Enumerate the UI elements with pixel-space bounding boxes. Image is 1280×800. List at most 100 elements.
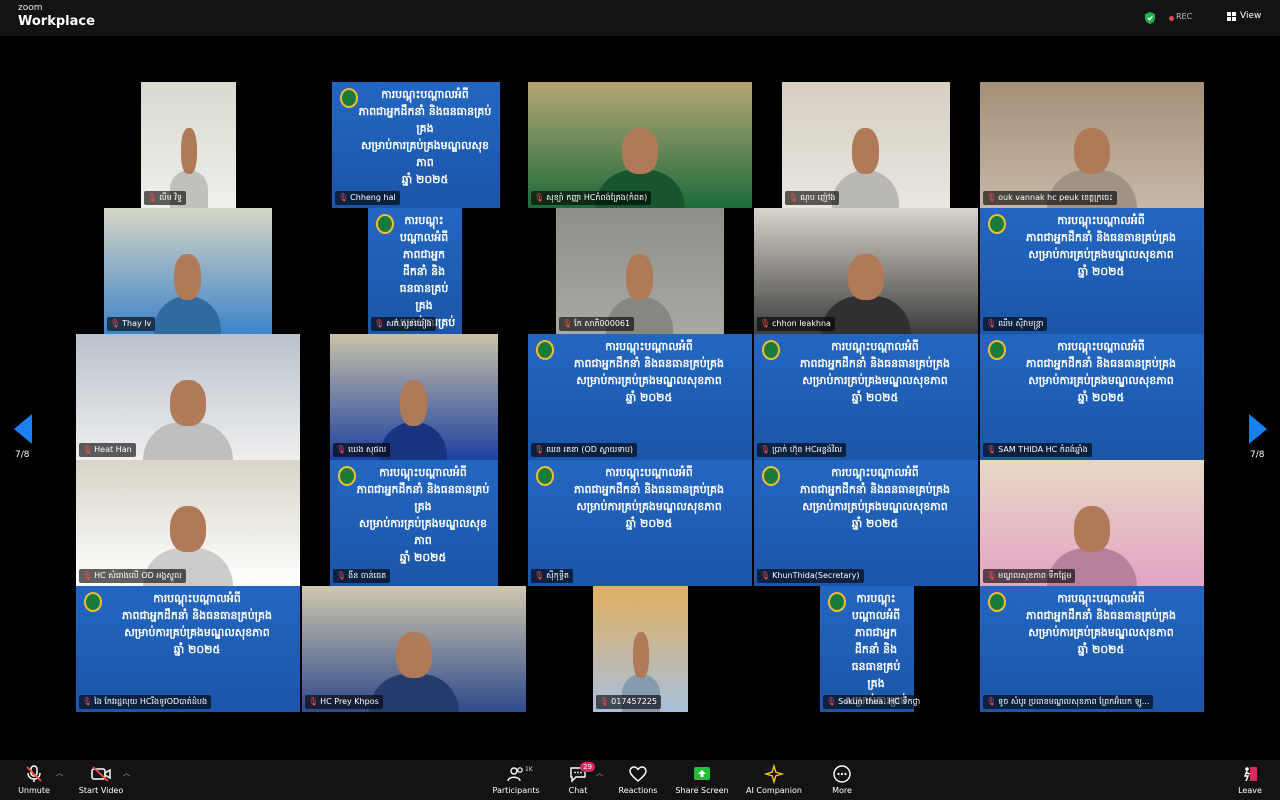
shared-slide-video: ការបណ្ដុះបណ្ដាលអំពី ភាពជាអ្នកដឹកនាំ និងធ…: [528, 460, 752, 586]
more-button[interactable]: More: [826, 764, 858, 795]
shared-slide-video: ការបណ្ដុះបណ្ដាលអំពី ភាពជាអ្នកដឹកនាំ និងធ…: [820, 586, 914, 712]
arrow-right-icon: [1249, 414, 1267, 444]
muted-mic-icon: 🎙: [788, 193, 799, 202]
shared-slide-video: ការបណ្ដុះបណ្ដាលអំពី ភាពជាអ្នកដឹកនាំ និងធ…: [528, 334, 752, 460]
muted-mic-icon: 🎙: [110, 319, 121, 328]
participant-name-tag: 🎙 Sokun thea. HC ទឹកថ្លា: [823, 695, 925, 709]
heart-icon: [629, 766, 647, 782]
participant-video: [302, 586, 526, 712]
participant-name-tag: 🎙 លីម វិទ្ធ: [144, 191, 187, 205]
participant-tile[interactable]: ការបណ្ដុះបណ្ដាលអំពី ភាពជាអ្នកដឹកនាំ និងធ…: [302, 208, 526, 334]
participant-name-tag: 🎙 ឃេង សុផល: [333, 443, 391, 457]
participant-video: [593, 586, 688, 712]
grid-view-icon[interactable]: [1227, 12, 1236, 21]
participant-tile[interactable]: 🎙 កែ សាភិ000061: [528, 208, 752, 334]
chat-unread-badge: 29: [580, 762, 595, 772]
participant-name-tag: 🎙 chhon leakhna: [757, 317, 835, 331]
participant-tile[interactable]: ការបណ្ដុះបណ្ដាលអំពី ភាពជាអ្នកដឹកនាំ និងធ…: [302, 460, 526, 586]
participant-tile[interactable]: 🎙 Heat Han: [76, 334, 300, 460]
participant-tile[interactable]: ការបណ្ដុះបណ្ដាលអំពី ភាពជាអ្នកដឹកនាំ និងធ…: [754, 586, 978, 712]
video-options-caret-icon[interactable]: ︿: [123, 768, 130, 778]
participant-name: កែ សាភិ000061: [574, 319, 631, 328]
participant-tile[interactable]: 🎙 លីម វិទ្ធ: [76, 82, 300, 208]
participant-name-tag: 🎙 សក់ សុខឃៀង: [371, 317, 436, 331]
participant-tile[interactable]: 🎙 HC សំរោងលើ OD អង្គស្នួល: [76, 460, 300, 586]
participant-tile[interactable]: ការបណ្ដុះបណ្ដាលអំពី ភាពជាអ្នកដឹកនាំ និងធ…: [980, 586, 1204, 712]
muted-mic-icon: 🎙: [986, 697, 997, 706]
participant-name-tag: 🎙 មណ្ឌលសុខភាព ទឹកផ្អែម: [983, 569, 1076, 583]
leave-door-icon: [1243, 767, 1257, 782]
participant-name-tag: 🎙 Thay lv: [107, 317, 156, 331]
unmute-label: Unmute: [18, 786, 50, 795]
participants-count: 1K: [525, 766, 533, 773]
slide-title-text: ការបណ្ដុះបណ្ដាលអំពី ភាពជាអ្នកដឹកនាំ និងធ…: [121, 592, 273, 656]
participants-button[interactable]: Participants: [489, 764, 543, 795]
participant-tile[interactable]: 🎙 មណ្ឌលសុខភាព ទឹកផ្អែម: [980, 460, 1204, 586]
participant-name: Thay lv: [122, 319, 152, 328]
unmute-button[interactable]: Unmute: [14, 764, 54, 795]
participant-name: KhunThida(Secretary): [772, 571, 860, 580]
reactions-button[interactable]: Reactions: [616, 764, 660, 795]
muted-mic-icon: 🎙: [534, 571, 545, 580]
next-page-button[interactable]: [1245, 412, 1271, 446]
participant-figure: [154, 244, 221, 334]
participant-tile[interactable]: ការបណ្ដុះបណ្ដាលអំពី ភាពជាអ្នកដឹកនាំ និងធ…: [980, 208, 1204, 334]
participant-tile[interactable]: 🎙 ណុប ញ៉ៅង: [754, 82, 978, 208]
muted-mic-icon: 🎙: [986, 193, 997, 202]
share-screen-button[interactable]: Share Screen: [674, 764, 730, 795]
more-label: More: [832, 786, 852, 795]
logo-small-text: zoom: [18, 3, 43, 13]
participant-tile[interactable]: ការបណ្ដុះបណ្ដាលអំពី ភាពជាអ្នកដឹកនាំ និងធ…: [754, 334, 978, 460]
participant-name-tag: 🎙 SAM THIDA HC កំពង់ឆ្នាំង: [983, 443, 1092, 457]
participant-video: [980, 82, 1204, 208]
participant-tile[interactable]: 🎙 សុខ្យ៉ា កញ្ញា HCកំពង់ត្រែង(កំពត): [528, 82, 752, 208]
ai-companion-button[interactable]: AI Companion: [744, 764, 804, 795]
participant-tile[interactable]: 🎙 chhon leakhna: [754, 208, 978, 334]
muted-mic-icon: 🎙: [826, 697, 837, 706]
shared-slide-video: ការបណ្ដុះបណ្ដាលអំពី ភាពជាអ្នកដឹកនាំ និងធ…: [368, 208, 462, 334]
audio-options-caret-icon[interactable]: ︿: [56, 768, 63, 778]
participant-tile[interactable]: ការបណ្ដុះបណ្ដាលអំពី ភាពជាអ្នកដឹកនាំ និងធ…: [754, 460, 978, 586]
participant-name-tag: 🎙 ឈឹម ស៊ីវាមន្ត្រា: [983, 317, 1048, 331]
participant-video: [76, 334, 300, 460]
participant-name-tag: 🎙 សុខ្យ៉ា កញ្ញា HCកំពង់ត្រែង(កំពត): [531, 191, 652, 205]
participant-tile[interactable]: ការបណ្ដុះបណ្ដាលអំពី ភាពជាអ្នកដឹកនាំ និងធ…: [76, 586, 300, 712]
muted-mic-icon: 🎙: [534, 193, 545, 202]
chat-options-caret-icon[interactable]: ︿: [596, 768, 603, 778]
shared-slide-video: ការបណ្ដុះបណ្ដាលអំពី ភាពជាអ្នកដឹកនាំ និងធ…: [330, 460, 498, 586]
muted-mic-icon: 🎙: [760, 319, 771, 328]
previous-page-button[interactable]: [10, 412, 36, 446]
participant-name: HC Prey Khpos: [320, 697, 379, 706]
participant-name: លីម វិទ្ធ: [159, 193, 183, 202]
participant-name: SAM THIDA HC កំពង់ឆ្នាំង: [998, 445, 1088, 454]
participants-icon: [507, 767, 523, 782]
participant-video: [754, 208, 978, 334]
participant-tile[interactable]: 🎙 ouk vannak hc peuk ខេត្តក្រចេះ: [980, 82, 1204, 208]
share-screen-label: Share Screen: [675, 786, 729, 795]
participant-name-tag: 🎙 HC សំរោងលើ OD អង្គស្នួល: [79, 569, 186, 583]
leave-button[interactable]: Leave: [1232, 764, 1268, 795]
participant-tile[interactable]: ការបណ្ដុះបណ្ដាលអំពី ភាពជាអ្នកដឹកនាំ និងធ…: [528, 460, 752, 586]
participant-name: Heat Han: [94, 445, 132, 454]
video-gallery: 🎙 លីម វិទ្ធ ការបណ្ដុះបណ្ដាលអំពី ភាពជាអ្នកដ…: [0, 36, 1280, 760]
start-video-button[interactable]: Start Video: [76, 764, 126, 795]
participant-tile[interactable]: ការបណ្ដុះបណ្ដាលអំពី ភាពជាអ្នកដឹកនាំ និងធ…: [980, 334, 1204, 460]
participant-figure: [380, 370, 447, 460]
muted-mic-icon: 🎙: [760, 445, 771, 454]
participant-video: [141, 82, 236, 208]
participant-tile[interactable]: 🎙 017457225: [528, 586, 752, 712]
participant-name: ឈន រតនា (OD ស្វាយទាប): [546, 445, 634, 454]
slide-title-text: ការបណ្ដុះបណ្ដាលអំពី ភាពជាអ្នកដឹកនាំ និងធ…: [799, 340, 951, 404]
slide-title-text: ការបណ្ដុះបណ្ដាលអំពី ភាពជាអ្នកដឹកនាំ និងធ…: [358, 88, 492, 186]
participant-tile[interactable]: ការបណ្ដុះបណ្ដាលអំពី ភាពជាអ្នកដឹកនាំ និងធ…: [528, 334, 752, 460]
participant-name-tag: 🎙 ងៃ កែវរដ្ឋលុយ HCរីងទូវODបាត់ដំបង: [79, 695, 212, 709]
participant-tile[interactable]: 🎙 ឃេង សុផល: [302, 334, 526, 460]
participant-tile[interactable]: ការបណ្ដុះបណ្ដាលអំពី ភាពជាអ្នកដឹកនាំ និងធ…: [302, 82, 526, 208]
slide-title-text: ការបណ្ដុះបណ្ដាលអំពី ភាពជាអ្នកដឹកនាំ និងធ…: [393, 214, 455, 334]
participant-name: ងៃ កែវរដ្ឋលុយ HCរីងទូវODបាត់ដំបង: [94, 697, 208, 706]
participant-tile[interactable]: 🎙 HC Prey Khpos: [302, 586, 526, 712]
participant-tile[interactable]: 🎙 Thay lv: [76, 208, 300, 334]
shield-icon[interactable]: [1143, 11, 1157, 25]
view-button[interactable]: View: [1240, 11, 1261, 21]
slide-title-text: ការបណ្ដុះបណ្ដាលអំពី ភាពជាអ្នកដឹកនាំ និងធ…: [1025, 340, 1177, 404]
